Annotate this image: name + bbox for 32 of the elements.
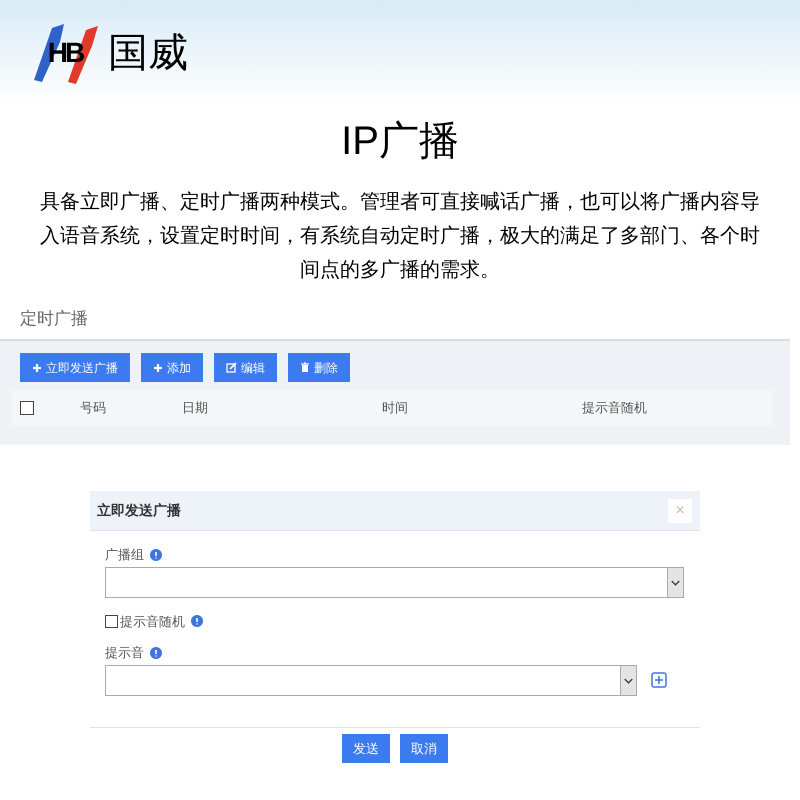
plus-icon [32,362,42,372]
trash-icon [300,362,310,373]
info-icon [150,548,162,561]
column-header: 提示音随机 [582,399,648,418]
select-field[interactable] [105,566,684,598]
toolbar-button[interactable]: 立即发送广播 [20,353,130,382]
toolbar-button[interactable]: 添加 [141,353,203,382]
select-all-checkbox[interactable] [20,401,34,415]
send-button[interactable]: 发送 [342,734,390,763]
field-label: 提示音 [105,644,144,662]
description-text: 具备立即广播、定时广播两种模式。管理者可直接喊话广播，也可以将广播内容导入语音系统，设置定时时间，有系统自动定时广播，极大的满足了多部门、各个时间点的多广播的需求。 [39,190,761,283]
info-icon [150,646,162,659]
checkbox-label: 提示音随机 [120,612,185,630]
column-header: 时间 [382,399,409,418]
field-label: 广播组 [105,546,144,564]
column-header: 日期 [182,399,209,418]
select-field[interactable] [105,664,637,696]
checkbox[interactable] [105,614,118,628]
column-header: 号码 [80,399,107,418]
chevron-down-icon [620,666,636,694]
plus-icon [153,362,163,372]
panel-title: 定时广播 [20,308,89,330]
pencil-icon [226,362,237,373]
add-icon[interactable] [651,672,667,688]
info-icon [191,615,203,628]
dialog-title: 立即发送广播 [97,501,181,520]
chevron-down-icon [667,568,683,596]
brand-name: 国威 [108,30,188,76]
page-title: IP广播 [340,118,460,165]
toolbar-button[interactable]: 编辑 [214,353,277,382]
cancel-button[interactable]: 取消 [400,734,448,763]
toolbar-button[interactable]: 删除 [288,353,350,382]
